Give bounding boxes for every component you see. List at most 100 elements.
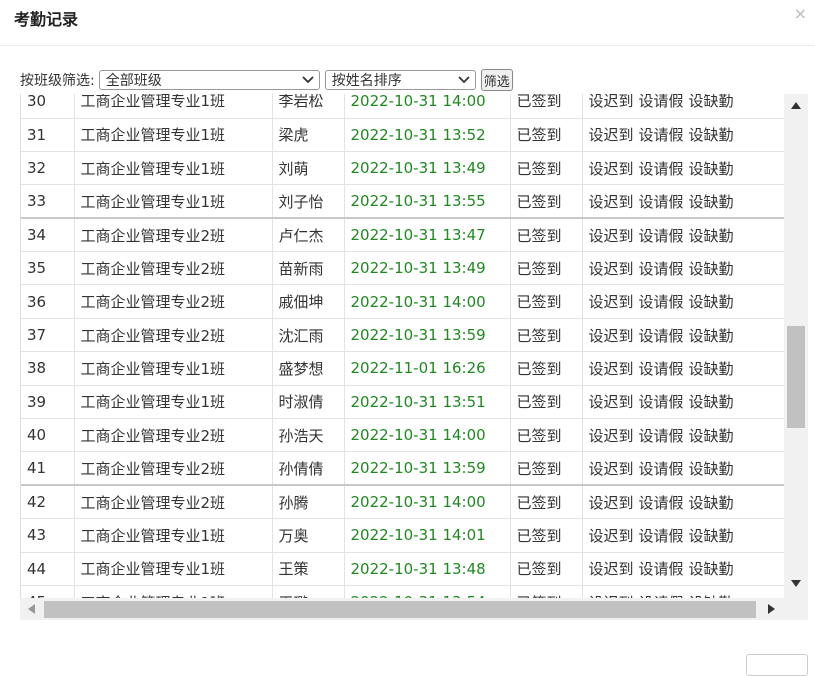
triangle-up-icon[interactable] — [784, 98, 808, 112]
set-late-link[interactable]: 设迟到 — [589, 126, 634, 144]
table-row: 37 工商企业管理专业2班 沈汇雨 2022-10-31 13:59 已签到 设迟到 设请假… — [21, 318, 785, 353]
set-leave-link[interactable]: 设请假 — [639, 527, 684, 545]
row-actions: 设迟到设请假设缺勤 — [582, 552, 785, 586]
set-absent-link[interactable]: 设缺勤 — [689, 494, 734, 512]
row-actions: 设迟到设请假设缺勤 — [582, 518, 785, 553]
set-leave-link[interactable]: 设请假 — [639, 227, 684, 245]
sort-select[interactable]: 按姓名排序 — [324, 70, 476, 90]
set-absent-link[interactable]: 设缺勤 — [689, 193, 734, 211]
row-status: 已签到 — [510, 284, 583, 319]
triangle-down-icon[interactable] — [784, 576, 808, 590]
row-class: 工商企业管理专业2班 — [74, 318, 273, 353]
close-icon[interactable]: × — [794, 5, 807, 23]
vertical-scrollbar[interactable] — [784, 94, 808, 598]
row-class: 工商企业管理专业1班 — [74, 184, 273, 220]
row-name: 孙倩倩 — [272, 451, 345, 487]
row-name: 戚佃坤 — [272, 284, 345, 319]
set-late-link[interactable]: 设迟到 — [589, 260, 634, 278]
triangle-right-icon[interactable] — [764, 602, 778, 616]
row-checkin-time: 2022-10-31 13:47 — [344, 218, 511, 253]
row-name: 卢仁杰 — [272, 218, 345, 253]
set-absent-link[interactable]: 设缺勤 — [689, 227, 734, 245]
set-late-link[interactable]: 设迟到 — [589, 160, 634, 178]
class-filter-value: 全部班级 — [105, 73, 162, 89]
horizontal-scrollbar[interactable] — [20, 598, 808, 620]
table-row: 30 工商企业管理专业1班 李岩松 2022-10-31 14:00 已签到 设迟到 设请假… — [21, 94, 785, 119]
row-class: 工商企业管理专业1班 — [74, 385, 273, 420]
row-actions: 设迟到设请假设缺勤 — [582, 451, 785, 487]
set-leave-link[interactable]: 设请假 — [639, 260, 684, 278]
set-absent-link[interactable]: 设缺勤 — [689, 94, 734, 110]
triangle-left-icon[interactable] — [24, 602, 38, 616]
set-late-link[interactable]: 设迟到 — [589, 227, 634, 245]
set-absent-link[interactable]: 设缺勤 — [689, 393, 734, 411]
table-row: 42 工商企业管理专业2班 孙腾 2022-10-31 14:00 已签到 设迟到 设请假设… — [21, 485, 785, 520]
set-late-link[interactable]: 设迟到 — [589, 327, 634, 345]
set-late-link[interactable]: 设迟到 — [589, 360, 634, 378]
set-leave-link[interactable]: 设请假 — [639, 494, 684, 512]
set-absent-link[interactable]: 设缺勤 — [689, 560, 734, 578]
set-leave-link[interactable]: 设请假 — [639, 293, 684, 311]
row-number: 40 — [21, 418, 75, 453]
row-number: 42 — [21, 485, 75, 520]
set-late-link[interactable]: 设迟到 — [589, 494, 634, 512]
row-name: 孙腾 — [272, 485, 345, 520]
set-late-link[interactable]: 设迟到 — [589, 460, 634, 478]
row-number: 34 — [21, 218, 75, 253]
table-row: 36 工商企业管理专业2班 戚佃坤 2022-10-31 14:00 已签到 设迟到 设请假… — [21, 284, 785, 319]
set-absent-link[interactable]: 设缺勤 — [689, 293, 734, 311]
row-actions: 设迟到设请假设缺勤 — [582, 485, 785, 520]
row-name: 刘萌 — [272, 151, 345, 186]
row-class: 工商企业管理专业1班 — [74, 552, 273, 586]
set-late-link[interactable]: 设迟到 — [589, 193, 634, 211]
row-class: 工商企业管理专业1班 — [74, 518, 273, 553]
row-name: 万奥 — [272, 518, 345, 553]
set-leave-link[interactable]: 设请假 — [639, 160, 684, 178]
set-leave-link[interactable]: 设请假 — [639, 327, 684, 345]
table-row: 41 工商企业管理专业2班 孙倩倩 2022-10-31 13:59 已签到 设迟到 设请假… — [21, 451, 785, 487]
row-checkin-time: 2022-10-31 14:00 — [344, 418, 511, 453]
table-row: 44 工商企业管理专业1班 王策 2022-10-31 13:48 已签到 设迟到 设请假设… — [21, 552, 785, 586]
set-leave-link[interactable]: 设请假 — [639, 126, 684, 144]
set-absent-link[interactable]: 设缺勤 — [689, 360, 734, 378]
row-actions: 设迟到设请假设缺勤 — [582, 94, 785, 119]
table-row: 32 工商企业管理专业1班 刘萌 2022-10-31 13:49 已签到 设迟到 设请假设… — [21, 151, 785, 186]
set-late-link[interactable]: 设迟到 — [589, 560, 634, 578]
set-leave-link[interactable]: 设请假 — [639, 193, 684, 211]
set-leave-link[interactable]: 设请假 — [639, 393, 684, 411]
set-leave-link[interactable]: 设请假 — [639, 360, 684, 378]
row-number: 44 — [21, 552, 75, 586]
set-absent-link[interactable]: 设缺勤 — [689, 160, 734, 178]
table-row: 45工商企业管理专业1班王璐2022-10-31 13:54已签到设迟到设请假设… — [21, 585, 785, 598]
set-leave-link[interactable]: 设请假 — [639, 560, 684, 578]
filter-button[interactable]: 筛选 — [480, 69, 513, 91]
set-late-link[interactable]: 设迟到 — [589, 293, 634, 311]
set-absent-link[interactable]: 设缺勤 — [689, 260, 734, 278]
set-leave-link[interactable]: 设请假 — [639, 427, 684, 445]
set-leave-link[interactable]: 设请假 — [639, 460, 684, 478]
row-checkin-time: 2022-10-31 13:51 — [344, 385, 511, 420]
row-actions: 设迟到设请假设缺勤 — [582, 118, 785, 152]
set-leave-link[interactable]: 设请假 — [639, 94, 684, 110]
vertical-scroll-thumb[interactable] — [787, 326, 805, 428]
set-late-link[interactable]: 设迟到 — [589, 94, 634, 110]
footer-button[interactable] — [746, 654, 808, 676]
set-absent-link[interactable]: 设缺勤 — [689, 427, 734, 445]
row-status: 已签到 — [510, 518, 583, 553]
set-absent-link[interactable]: 设缺勤 — [689, 527, 734, 545]
row-status: 已签到 — [510, 118, 583, 152]
row-checkin-time: 2022-10-31 13:49 — [344, 151, 511, 186]
set-late-link[interactable]: 设迟到 — [589, 393, 634, 411]
horizontal-scroll-thumb[interactable] — [44, 601, 756, 618]
set-absent-link[interactable]: 设缺勤 — [689, 126, 734, 144]
set-late-link[interactable]: 设迟到 — [589, 427, 634, 445]
class-filter-select[interactable]: 全部班级 — [98, 70, 320, 90]
row-class: 工商企业管理专业2班 — [74, 218, 273, 253]
set-absent-link[interactable]: 设缺勤 — [689, 327, 734, 345]
row-number: 36 — [21, 284, 75, 319]
table-row: 34 工商企业管理专业2班 卢仁杰 2022-10-31 13:47 已签到 设迟到 设请假… — [21, 218, 785, 253]
set-late-link[interactable]: 设迟到 — [589, 527, 634, 545]
row-name: 梁虎 — [272, 118, 345, 152]
row-actions: 设迟到设请假设缺勤 — [582, 284, 785, 319]
set-absent-link[interactable]: 设缺勤 — [689, 460, 734, 478]
